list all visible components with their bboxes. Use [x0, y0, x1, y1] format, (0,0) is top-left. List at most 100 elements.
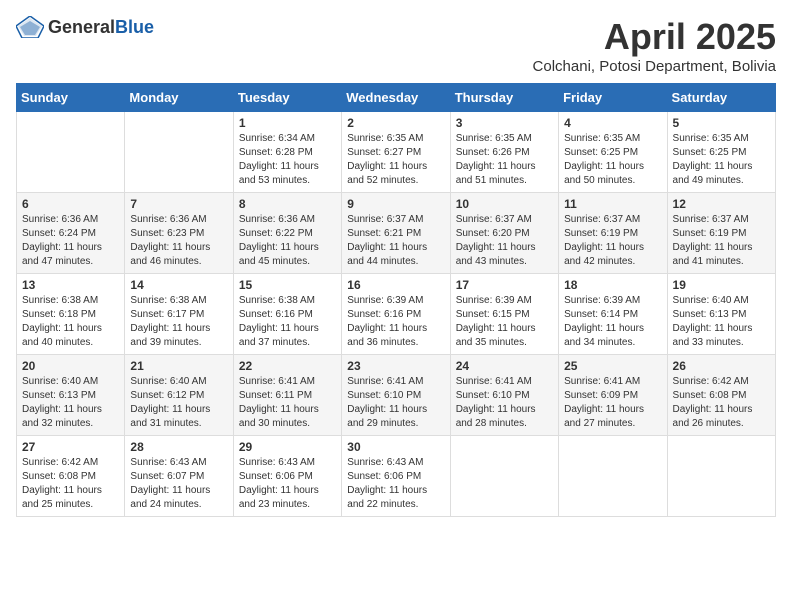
day-number: 13 — [22, 278, 119, 292]
day-cell: 2 Sunrise: 6:35 AM Sunset: 6:27 PM Daylig… — [342, 112, 450, 193]
day-number: 1 — [239, 116, 336, 130]
day-cell: 30 Sunrise: 6:43 AM Sunset: 6:06 PM Dayli… — [342, 436, 450, 517]
day-number: 3 — [456, 116, 553, 130]
day-info: Sunrise: 6:36 AM Sunset: 6:22 PM Dayligh… — [239, 213, 336, 269]
day-number: 6 — [22, 197, 119, 211]
day-number: 11 — [564, 197, 661, 211]
day-info: Sunrise: 6:40 AM Sunset: 6:13 PM Dayligh… — [673, 294, 770, 350]
day-cell: 29 Sunrise: 6:43 AM Sunset: 6:06 PM Dayli… — [233, 436, 341, 517]
calendar-table: SundayMondayTuesdayWednesdayThursdayFrid… — [16, 83, 776, 517]
day-number: 24 — [456, 359, 553, 373]
weekday-header-thursday: Thursday — [450, 84, 558, 112]
day-cell: 10 Sunrise: 6:37 AM Sunset: 6:20 PM Dayli… — [450, 193, 558, 274]
week-row-5: 27Sunrise: 6:42 AM Sunset: 6:08 PM Dayli… — [17, 436, 776, 517]
day-cell: 27Sunrise: 6:42 AM Sunset: 6:08 PM Dayli… — [17, 436, 125, 517]
day-info: Sunrise: 6:35 AM Sunset: 6:26 PM Dayligh… — [456, 132, 553, 188]
day-cell: 23 Sunrise: 6:41 AM Sunset: 6:10 PM Dayli… — [342, 355, 450, 436]
day-number: 14 — [130, 278, 227, 292]
day-info: Sunrise: 6:38 AM Sunset: 6:16 PM Dayligh… — [239, 294, 336, 350]
day-info: Sunrise: 6:36 AM Sunset: 6:24 PM Dayligh… — [22, 213, 119, 269]
weekday-header-sunday: Sunday — [17, 84, 125, 112]
logo-icon — [16, 16, 44, 38]
week-row-1: 1 Sunrise: 6:34 AM Sunset: 6:28 PM Daylig… — [17, 112, 776, 193]
day-number: 29 — [239, 440, 336, 454]
day-number: 12 — [673, 197, 770, 211]
day-info: Sunrise: 6:43 AM Sunset: 6:06 PM Dayligh… — [239, 456, 336, 512]
day-number: 21 — [130, 359, 227, 373]
logo: GeneralBlue — [16, 16, 154, 38]
day-number: 18 — [564, 278, 661, 292]
day-info: Sunrise: 6:39 AM Sunset: 6:14 PM Dayligh… — [564, 294, 661, 350]
weekday-header-monday: Monday — [125, 84, 233, 112]
day-number: 16 — [347, 278, 444, 292]
day-number: 9 — [347, 197, 444, 211]
day-number: 15 — [239, 278, 336, 292]
day-info: Sunrise: 6:39 AM Sunset: 6:15 PM Dayligh… — [456, 294, 553, 350]
day-cell — [667, 436, 775, 517]
day-cell: 25 Sunrise: 6:41 AM Sunset: 6:09 PM Dayli… — [559, 355, 667, 436]
day-number: 28 — [130, 440, 227, 454]
day-info: Sunrise: 6:36 AM Sunset: 6:23 PM Dayligh… — [130, 213, 227, 269]
day-cell: 20 Sunrise: 6:40 AM Sunset: 6:13 PM Dayli… — [17, 355, 125, 436]
day-number: 22 — [239, 359, 336, 373]
day-cell: 3 Sunrise: 6:35 AM Sunset: 6:26 PM Daylig… — [450, 112, 558, 193]
day-cell: 11 Sunrise: 6:37 AM Sunset: 6:19 PM Dayli… — [559, 193, 667, 274]
day-number: 5 — [673, 116, 770, 130]
day-number: 8 — [239, 197, 336, 211]
day-cell: 16 Sunrise: 6:39 AM Sunset: 6:16 PM Dayli… — [342, 274, 450, 355]
day-number: 26 — [673, 359, 770, 373]
day-cell: 15 Sunrise: 6:38 AM Sunset: 6:16 PM Dayli… — [233, 274, 341, 355]
day-info: Sunrise: 6:41 AM Sunset: 6:10 PM Dayligh… — [347, 375, 444, 431]
day-cell: 9 Sunrise: 6:37 AM Sunset: 6:21 PM Daylig… — [342, 193, 450, 274]
logo-general: General — [48, 17, 115, 37]
day-cell: 1 Sunrise: 6:34 AM Sunset: 6:28 PM Daylig… — [233, 112, 341, 193]
day-number: 7 — [130, 197, 227, 211]
weekday-header-saturday: Saturday — [667, 84, 775, 112]
day-cell — [450, 436, 558, 517]
day-cell: 17Sunrise: 6:39 AM Sunset: 6:15 PM Dayli… — [450, 274, 558, 355]
day-cell: 22 Sunrise: 6:41 AM Sunset: 6:11 PM Dayli… — [233, 355, 341, 436]
day-info: Sunrise: 6:39 AM Sunset: 6:16 PM Dayligh… — [347, 294, 444, 350]
day-cell — [125, 112, 233, 193]
day-info: Sunrise: 6:40 AM Sunset: 6:13 PM Dayligh… — [22, 375, 119, 431]
location-title: Colchani, Potosi Department, Bolivia — [533, 58, 776, 75]
day-info: Sunrise: 6:37 AM Sunset: 6:19 PM Dayligh… — [673, 213, 770, 269]
day-info: Sunrise: 6:38 AM Sunset: 6:18 PM Dayligh… — [22, 294, 119, 350]
day-info: Sunrise: 6:41 AM Sunset: 6:11 PM Dayligh… — [239, 375, 336, 431]
day-cell: 4Sunrise: 6:35 AM Sunset: 6:25 PM Daylig… — [559, 112, 667, 193]
day-info: Sunrise: 6:43 AM Sunset: 6:07 PM Dayligh… — [130, 456, 227, 512]
weekday-header-row: SundayMondayTuesdayWednesdayThursdayFrid… — [17, 84, 776, 112]
weekday-header-friday: Friday — [559, 84, 667, 112]
day-cell: 12 Sunrise: 6:37 AM Sunset: 6:19 PM Dayli… — [667, 193, 775, 274]
day-number: 25 — [564, 359, 661, 373]
week-row-3: 13 Sunrise: 6:38 AM Sunset: 6:18 PM Dayli… — [17, 274, 776, 355]
day-cell: 28 Sunrise: 6:43 AM Sunset: 6:07 PM Dayli… — [125, 436, 233, 517]
day-info: Sunrise: 6:42 AM Sunset: 6:08 PM Dayligh… — [673, 375, 770, 431]
day-info: Sunrise: 6:40 AM Sunset: 6:12 PM Dayligh… — [130, 375, 227, 431]
month-title: April 2025 — [533, 16, 776, 58]
day-number: 10 — [456, 197, 553, 211]
day-info: Sunrise: 6:34 AM Sunset: 6:28 PM Dayligh… — [239, 132, 336, 188]
day-info: Sunrise: 6:41 AM Sunset: 6:09 PM Dayligh… — [564, 375, 661, 431]
day-info: Sunrise: 6:37 AM Sunset: 6:21 PM Dayligh… — [347, 213, 444, 269]
day-cell: 19Sunrise: 6:40 AM Sunset: 6:13 PM Dayli… — [667, 274, 775, 355]
day-number: 4 — [564, 116, 661, 130]
day-number: 2 — [347, 116, 444, 130]
day-cell: 7 Sunrise: 6:36 AM Sunset: 6:23 PM Daylig… — [125, 193, 233, 274]
day-info: Sunrise: 6:37 AM Sunset: 6:19 PM Dayligh… — [564, 213, 661, 269]
day-info: Sunrise: 6:35 AM Sunset: 6:27 PM Dayligh… — [347, 132, 444, 188]
day-number: 20 — [22, 359, 119, 373]
day-info: Sunrise: 6:43 AM Sunset: 6:06 PM Dayligh… — [347, 456, 444, 512]
title-area: April 2025 Colchani, Potosi Department, … — [533, 16, 776, 75]
day-info: Sunrise: 6:41 AM Sunset: 6:10 PM Dayligh… — [456, 375, 553, 431]
day-info: Sunrise: 6:35 AM Sunset: 6:25 PM Dayligh… — [673, 132, 770, 188]
day-cell: 13 Sunrise: 6:38 AM Sunset: 6:18 PM Dayli… — [17, 274, 125, 355]
header: GeneralBlue April 2025 Colchani, Potosi … — [16, 16, 776, 75]
day-cell: 6 Sunrise: 6:36 AM Sunset: 6:24 PM Daylig… — [17, 193, 125, 274]
day-number: 30 — [347, 440, 444, 454]
day-info: Sunrise: 6:37 AM Sunset: 6:20 PM Dayligh… — [456, 213, 553, 269]
logo-blue: Blue — [115, 17, 154, 37]
logo-text: GeneralBlue — [48, 17, 154, 38]
day-number: 23 — [347, 359, 444, 373]
day-cell: 26 Sunrise: 6:42 AM Sunset: 6:08 PM Dayli… — [667, 355, 775, 436]
